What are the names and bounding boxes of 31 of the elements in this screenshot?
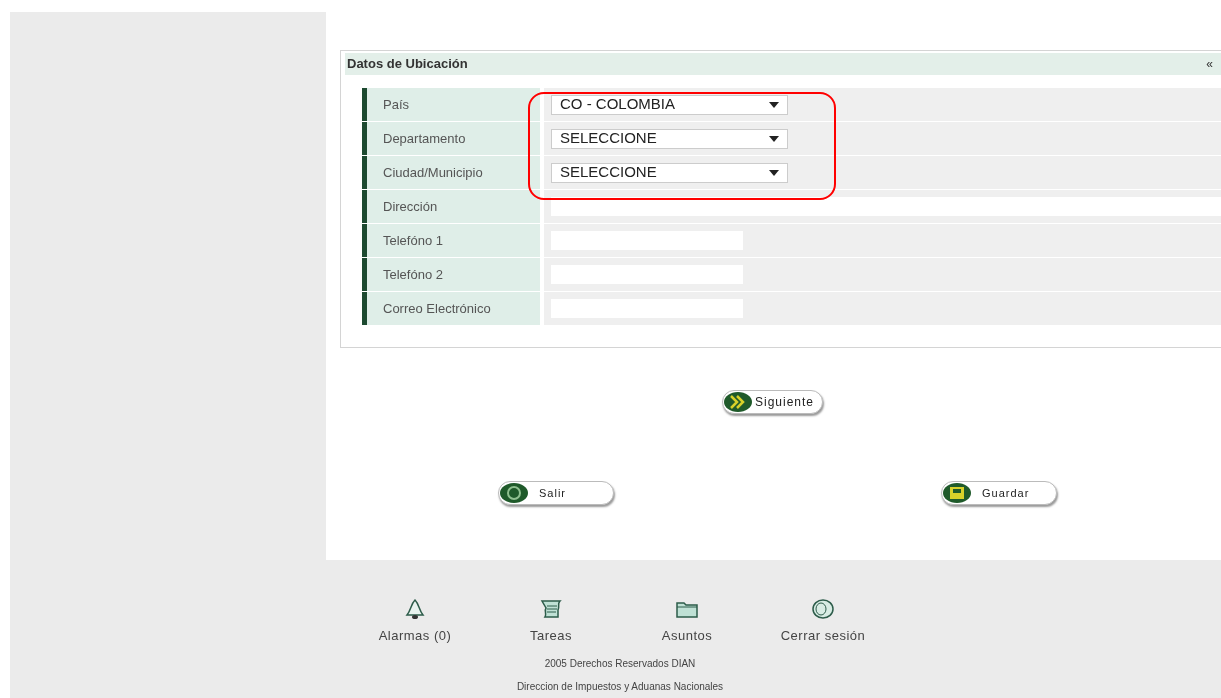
section-title: Datos de Ubicación	[347, 55, 468, 74]
dropdown-field[interactable]: SELECCIONE	[551, 128, 788, 149]
footer-link[interactable]: Tareas	[496, 598, 606, 646]
copyright-text: 2005 Derechos Reservados DIAN	[544, 656, 696, 671]
dropdown-field[interactable]: SELECCIONE	[551, 162, 788, 183]
footer-link[interactable]: Asuntos	[632, 598, 742, 646]
next-button[interactable]: Siguiente	[722, 390, 824, 414]
caret-icon	[769, 169, 779, 176]
caret-icon	[769, 135, 779, 142]
scroll-icon	[539, 598, 563, 620]
save-button[interactable]: Guardar	[941, 481, 1057, 505]
footer-link[interactable]: Alarmas (0)	[360, 598, 470, 646]
field-label: Correo Electrónico	[362, 292, 540, 325]
exit-icon	[499, 482, 529, 504]
field-label: Telefóno 2	[362, 258, 540, 291]
field-label: Ciudad/Municipio	[362, 156, 540, 189]
exit-button[interactable]: Salir	[498, 481, 614, 505]
save-icon	[942, 482, 972, 504]
field-label: País	[362, 88, 540, 121]
dropdown-field[interactable]: CO - COLOMBIA	[551, 94, 788, 115]
input-field[interactable]	[551, 197, 1221, 216]
caret-icon	[769, 101, 779, 108]
chevrons-icon	[723, 391, 753, 413]
collapse-button[interactable]: «	[1200, 55, 1219, 73]
power-icon	[811, 598, 835, 620]
footer-link[interactable]: Cerrar sesión	[768, 598, 878, 646]
field-label: Telefóno 1	[362, 224, 540, 257]
field-label: Dirección	[362, 190, 540, 223]
copyright-text: Direccion de Impuestos y Aduanas Nacionales	[516, 679, 724, 694]
field-label: Departamento	[362, 122, 540, 155]
bell-icon	[404, 598, 426, 620]
